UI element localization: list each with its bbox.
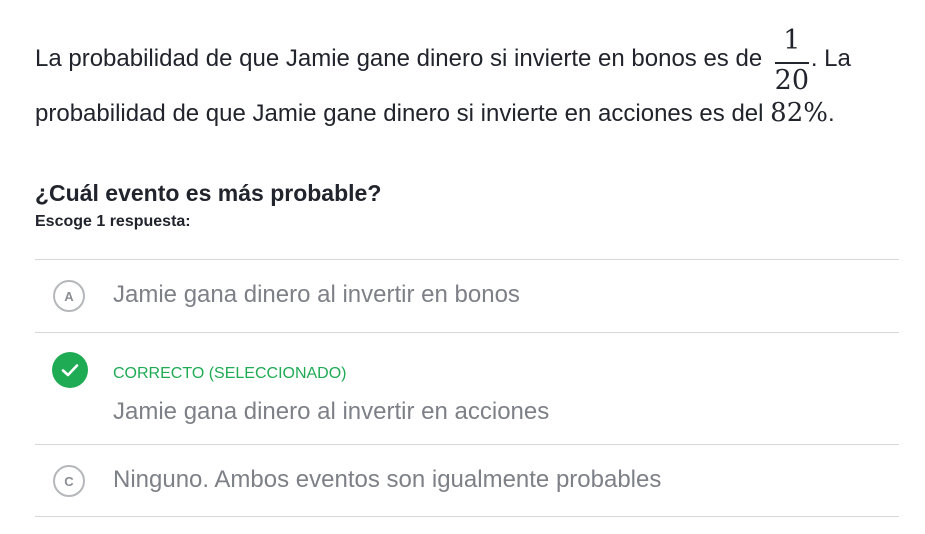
choice-b-status: CORRECTO (SELECCIONADO) (113, 365, 347, 382)
choice-a[interactable]: A Jamie gana dinero al invertir en bonos (35, 259, 899, 332)
question-line-2-text: probabilidad de que Jamie gane dinero si… (35, 100, 764, 127)
question-prompt: ¿Cuál evento es más probable? (35, 180, 382, 206)
fraction-bar (774, 62, 809, 64)
choice-a-letter-badge: A (53, 280, 85, 312)
choice-a-text: Jamie gana dinero al invertir en bonos (113, 281, 520, 308)
choice-c-text: Ninguno. Ambos eventos son igualmente pr… (113, 466, 662, 493)
answer-choices: A Jamie gana dinero al invertir en bonos… (35, 259, 899, 517)
choice-c[interactable]: C Ninguno. Ambos eventos son igualmente … (35, 444, 899, 517)
fraction-numerator: 1 (783, 25, 801, 56)
fraction-denominator: 20 (774, 65, 810, 96)
fraction: 1 20 (773, 26, 811, 96)
percentage-value: 82% (770, 98, 828, 128)
question-text: La probabilidad de que Jamie gane dinero… (35, 26, 905, 140)
question-line-1-tail: . La (810, 45, 851, 72)
choice-b[interactable]: CORRECTO (SELECCIONADO) Jamie gana diner… (35, 332, 899, 444)
checkmark-icon (52, 352, 88, 388)
choice-c-letter-badge: C (53, 465, 85, 497)
answer-instructions: Escoge 1 respuesta: (35, 213, 191, 230)
question-line-1: La probabilidad de que Jamie gane dinero… (35, 26, 905, 96)
question-line-1-text: La probabilidad de que Jamie gane dinero… (35, 45, 763, 72)
question-line-2-tail: . (827, 100, 835, 127)
choice-b-text: Jamie gana dinero al invertir en accione… (113, 398, 550, 425)
